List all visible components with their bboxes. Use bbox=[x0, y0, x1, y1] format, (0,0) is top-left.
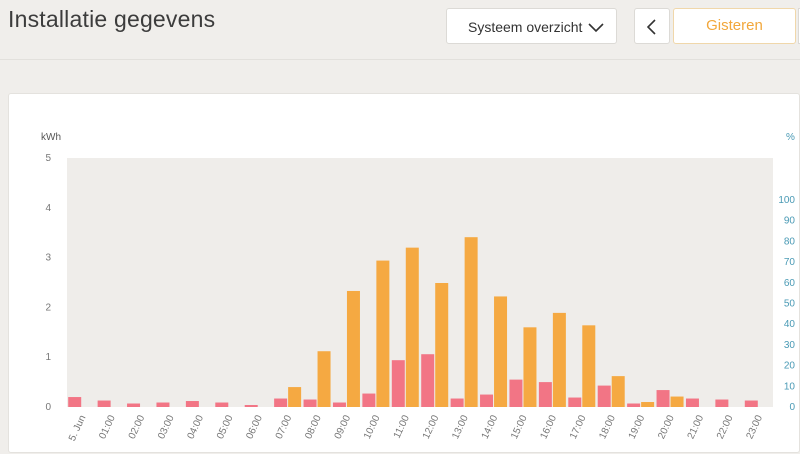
left-axis-tick-label: 2 bbox=[45, 302, 51, 313]
left-axis-tick-label: 5 bbox=[45, 153, 51, 164]
x-axis-tick-label: 13:00 bbox=[450, 413, 471, 441]
x-axis-tick-label: 5. Jun bbox=[67, 414, 88, 443]
chart-bar[interactable] bbox=[274, 398, 288, 407]
chart-bar[interactable] bbox=[464, 237, 478, 407]
chart-bar[interactable] bbox=[362, 393, 376, 407]
x-axis-tick-label: 19:00 bbox=[627, 413, 648, 441]
left-axis-tick-label: 3 bbox=[45, 253, 51, 264]
chart-bar[interactable] bbox=[376, 260, 390, 407]
right-axis-tick-label: 20 bbox=[784, 361, 796, 372]
x-axis-tick-label: 07:00 bbox=[274, 413, 295, 441]
chart-bar[interactable] bbox=[244, 405, 258, 407]
right-axis-tick-label: 40 bbox=[784, 319, 796, 330]
previous-day-button[interactable] bbox=[634, 8, 670, 44]
chart-bar[interactable] bbox=[552, 312, 566, 407]
chart-bar[interactable] bbox=[317, 351, 331, 407]
x-axis-tick-label: 12:00 bbox=[421, 413, 442, 441]
x-axis-tick-label: 02:00 bbox=[127, 413, 148, 441]
x-axis-tick-label: 10:00 bbox=[362, 413, 383, 441]
chart-bar[interactable] bbox=[391, 360, 405, 407]
chart-bar[interactable] bbox=[435, 282, 449, 407]
chart-bar[interactable] bbox=[127, 403, 141, 407]
x-axis-tick-label: 05:00 bbox=[215, 413, 236, 441]
chart-bar[interactable] bbox=[538, 382, 552, 407]
plot-area bbox=[67, 158, 773, 407]
right-axis-tick-label: 0 bbox=[789, 402, 795, 413]
x-axis-tick-label: 08:00 bbox=[303, 413, 324, 441]
chart-bar[interactable] bbox=[480, 394, 494, 407]
chart-bar[interactable] bbox=[303, 399, 317, 407]
x-axis-tick-label: 16:00 bbox=[539, 413, 560, 441]
right-axis-tick-label: 80 bbox=[784, 236, 796, 247]
x-axis-tick-label: 21:00 bbox=[686, 413, 707, 441]
left-axis-tick-label: 1 bbox=[45, 352, 51, 363]
chart-bar[interactable] bbox=[523, 327, 537, 407]
chart-bar[interactable] bbox=[685, 398, 699, 407]
chevron-left-icon bbox=[647, 19, 656, 35]
chart-bar[interactable] bbox=[97, 400, 111, 407]
chart-bar[interactable] bbox=[332, 402, 346, 407]
x-axis-tick-label: 06:00 bbox=[244, 413, 265, 441]
x-axis-tick-label: 17:00 bbox=[568, 413, 589, 441]
view-select[interactable]: Systeem overzicht bbox=[446, 8, 617, 44]
yesterday-button[interactable]: Gisteren bbox=[673, 8, 796, 44]
chart-bar[interactable] bbox=[346, 290, 360, 407]
chart-bar[interactable] bbox=[627, 403, 641, 407]
chart-bar[interactable] bbox=[405, 247, 419, 407]
x-axis-tick-label: 11:00 bbox=[392, 413, 412, 440]
chart-bar[interactable] bbox=[582, 325, 596, 407]
right-axis-tick-label: 70 bbox=[784, 257, 796, 268]
header-divider bbox=[0, 59, 800, 60]
chart-bar[interactable] bbox=[215, 402, 229, 407]
x-axis-tick-label: 14:00 bbox=[480, 413, 501, 441]
left-axis-tick-label: 4 bbox=[45, 203, 51, 214]
x-axis-tick-label: 09:00 bbox=[333, 413, 354, 441]
chart-bar[interactable] bbox=[611, 376, 625, 407]
page-title: Installatie gegevens bbox=[8, 6, 216, 32]
chart-bar[interactable] bbox=[450, 398, 464, 407]
chart-card: kWh % 0 1 2 3 4 5 0 10 20 30 40 50 60 70 80 90 100 5. J… bbox=[8, 93, 800, 453]
chart-bar[interactable] bbox=[597, 385, 611, 407]
chart-bar[interactable] bbox=[494, 296, 508, 407]
chevron-down-icon bbox=[588, 20, 604, 33]
right-axis-tick-label: 30 bbox=[784, 340, 796, 351]
chart-bar[interactable] bbox=[656, 390, 670, 407]
right-axis-tick-label: 100 bbox=[778, 195, 795, 206]
chart-bar[interactable] bbox=[68, 397, 82, 407]
right-axis-tick-label: 10 bbox=[784, 381, 796, 392]
x-axis-tick-label: 22:00 bbox=[715, 413, 736, 441]
x-axis-tick-label: 20:00 bbox=[656, 413, 677, 441]
right-axis-tick-label: 50 bbox=[784, 299, 796, 310]
chart-bar[interactable] bbox=[156, 402, 170, 407]
right-axis-tick-label: 90 bbox=[784, 216, 796, 227]
right-axis-unit: % bbox=[786, 132, 795, 143]
view-select-label: Systeem overzicht bbox=[468, 19, 583, 35]
right-axis-tick-label: 60 bbox=[784, 278, 796, 289]
chart-bar[interactable] bbox=[641, 402, 655, 407]
x-axis-tick-label: 18:00 bbox=[597, 413, 618, 441]
chart-bar[interactable] bbox=[421, 354, 435, 407]
left-axis-tick-label: 0 bbox=[45, 402, 51, 413]
chart-bar[interactable] bbox=[715, 399, 729, 407]
x-axis-tick-label: 15:00 bbox=[509, 413, 530, 441]
left-axis-unit: kWh bbox=[41, 132, 61, 143]
x-axis-tick-label: 23:00 bbox=[744, 413, 765, 441]
x-axis-tick-label: 04:00 bbox=[186, 413, 207, 441]
chart-bar[interactable] bbox=[568, 397, 582, 407]
chart-bar[interactable] bbox=[670, 396, 684, 407]
chart-bar[interactable] bbox=[185, 401, 199, 407]
x-axis-tick-label: 01:00 bbox=[97, 413, 118, 441]
chart-bar[interactable] bbox=[509, 379, 523, 407]
energy-chart: kWh % 0 1 2 3 4 5 0 10 20 30 40 50 60 70 80 90 100 5. J… bbox=[41, 132, 796, 443]
x-axis-tick-label: 03:00 bbox=[156, 413, 177, 441]
chart-bar[interactable] bbox=[288, 387, 302, 407]
chart-bar[interactable] bbox=[744, 400, 758, 407]
